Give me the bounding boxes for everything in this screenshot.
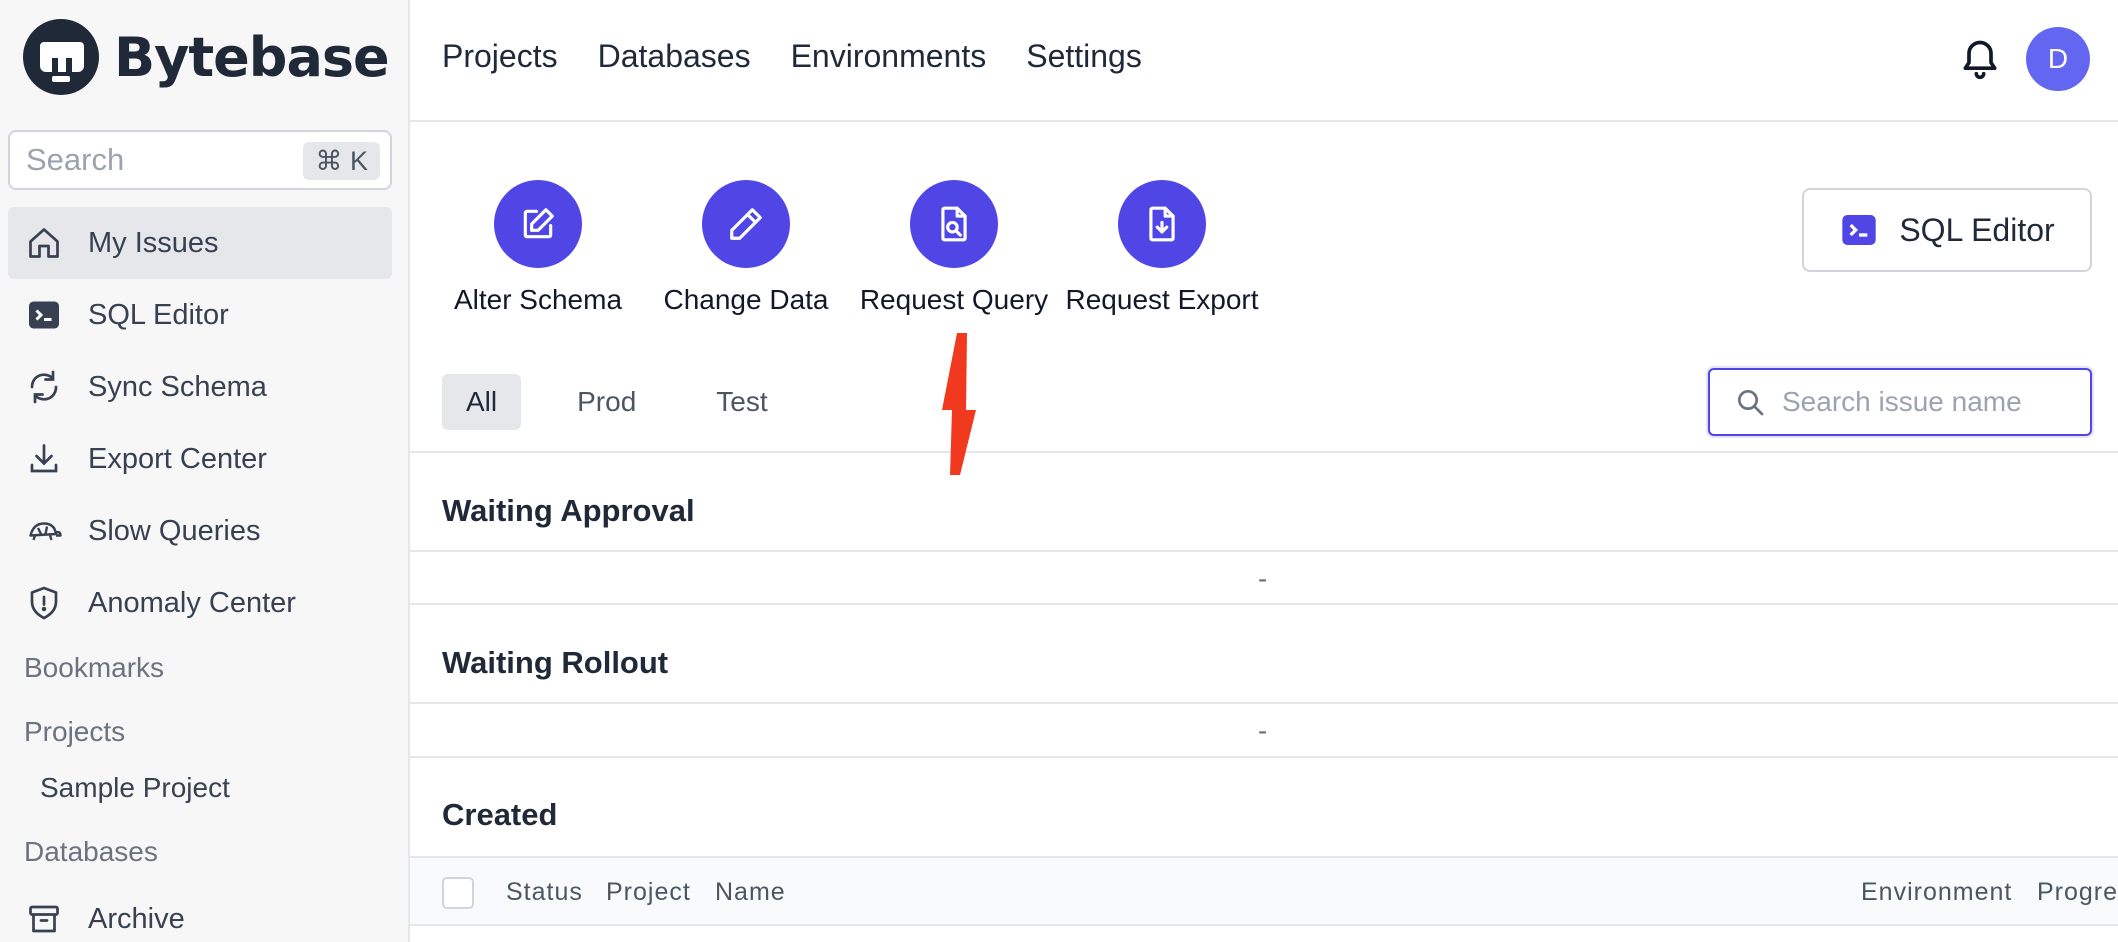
waiting-rollout-empty: - [1258, 715, 1268, 746]
terminal-icon [1842, 215, 1876, 245]
sidebar-search-input[interactable]: Search ⌘ K [8, 130, 392, 190]
tab-prod[interactable]: Prod [553, 374, 660, 430]
column-name[interactable]: Name [715, 878, 786, 907]
sidebar-item-label: Slow Queries [88, 514, 261, 547]
request-export-button[interactable] [1118, 180, 1206, 268]
select-all-checkbox[interactable] [442, 877, 474, 909]
request-query-button[interactable] [910, 180, 998, 268]
nav-projects[interactable]: Projects [442, 38, 558, 75]
sidebar-item-export-center[interactable]: Export Center [8, 423, 392, 495]
refresh-icon [26, 369, 62, 405]
quick-action-label: Request Export [1065, 284, 1259, 315]
search-icon [1738, 390, 1764, 416]
column-environment[interactable]: Environment [1861, 878, 2012, 907]
issue-search-input[interactable]: Search issue name [1708, 368, 2092, 436]
nav-databases[interactable]: Databases [598, 38, 751, 75]
sidebar-item-label: Anomaly Center [88, 586, 296, 619]
divider [410, 702, 2118, 704]
quick-action-label: Request Query [859, 284, 1049, 315]
bell-icon[interactable] [1958, 36, 2002, 82]
user-avatar[interactable]: D [2026, 27, 2090, 91]
waiting-rollout-title: Waiting Rollout [442, 645, 669, 680]
projects-section-label[interactable]: Projects [24, 716, 125, 748]
databases-section-label[interactable]: Databases [24, 836, 158, 868]
bookmarks-section-label[interactable]: Bookmarks [24, 652, 164, 684]
nav-settings[interactable]: Settings [1026, 38, 1142, 75]
file-download-icon [1149, 206, 1175, 242]
sidebar-item-archive[interactable]: Archive [8, 883, 392, 942]
terminal-icon [26, 297, 62, 333]
sidebar-item-anomaly-center[interactable]: Anomaly Center [8, 567, 392, 639]
column-progress[interactable]: Progre [2037, 878, 2118, 907]
top-nav: Projects Databases Environments Settings… [410, 0, 2118, 122]
logo[interactable]: Bytebase [22, 18, 390, 96]
logo-text: Bytebase [114, 25, 390, 89]
sidebar-item-label: SQL Editor [88, 298, 229, 331]
home-icon [26, 225, 62, 261]
divider [410, 451, 2118, 453]
created-title: Created [442, 797, 558, 832]
sidebar-item-label: My Issues [88, 226, 219, 259]
sidebar-item-sql-editor[interactable]: SQL Editor [8, 279, 392, 351]
quick-action-label: Alter Schema [453, 284, 623, 315]
sidebar-item-sync-schema[interactable]: Sync Schema [8, 351, 392, 423]
archive-icon [26, 901, 62, 937]
divider [410, 550, 2118, 552]
sidebar: Bytebase Search ⌘ K My Issues SQL Editor… [0, 0, 410, 942]
sql-editor-label: SQL Editor [1899, 211, 2055, 248]
issue-search-placeholder: Search issue name [1782, 386, 2022, 417]
search-placeholder: Search [26, 142, 125, 177]
column-status[interactable]: Status [506, 878, 583, 907]
sidebar-item-my-issues[interactable]: My Issues [8, 207, 392, 279]
file-search-icon [941, 206, 967, 242]
tab-all[interactable]: All [442, 374, 522, 430]
divider [410, 756, 2118, 758]
tab-test[interactable]: Test [692, 374, 791, 430]
search-shortcut-badge: ⌘ K [303, 142, 380, 180]
sidebar-item-slow-queries[interactable]: Slow Queries [8, 495, 392, 567]
quick-action-request-export[interactable]: Request Export [1032, 180, 1292, 316]
sidebar-item-label: Sync Schema [88, 370, 267, 403]
bytebase-logo-icon [23, 19, 99, 95]
sidebar-project-sample-project[interactable]: Sample Project [40, 772, 230, 804]
main-nav: Projects Databases Environments Settings [442, 38, 1142, 75]
issue-table-header: Status Project Name Environment Progre [410, 856, 2118, 926]
nav-environments[interactable]: Environments [791, 38, 987, 75]
column-project[interactable]: Project [606, 878, 691, 907]
waiting-approval-empty: - [1258, 563, 1268, 594]
alter-schema-button[interactable] [494, 180, 582, 268]
change-data-button[interactable] [702, 180, 790, 268]
edit-icon [523, 208, 554, 239]
waiting-approval-title: Waiting Approval [442, 493, 695, 528]
download-icon [26, 441, 62, 477]
sidebar-item-label: Export Center [88, 442, 267, 475]
turtle-icon [26, 513, 62, 549]
environment-tabs: All Prod Test [442, 374, 824, 430]
quick-action-label: Change Data [663, 284, 829, 315]
divider [410, 603, 2118, 605]
sidebar-item-label: Archive [88, 902, 185, 935]
sql-editor-button[interactable]: SQL Editor [1802, 188, 2092, 272]
pencil-icon [730, 208, 762, 240]
shield-icon [26, 585, 62, 621]
